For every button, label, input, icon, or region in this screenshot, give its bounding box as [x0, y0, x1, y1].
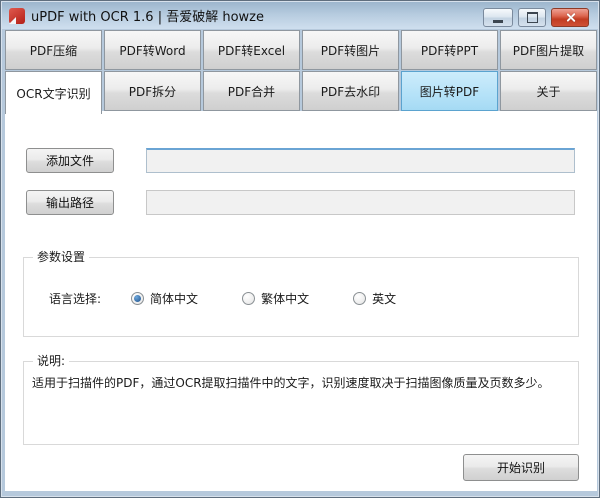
tab-pdf-to-word[interactable]: PDF转Word: [104, 30, 201, 70]
title-bar: uPDF with OCR 1.6 | 吾爱破解 howze: [2, 2, 598, 29]
radio-icon: [242, 292, 256, 305]
description-groupbox: 说明: 适用于扫描件的PDF，通过OCR提取扫描件中的文字，识别速度取决于扫描图…: [23, 354, 579, 445]
window-controls: [483, 8, 589, 27]
tab-row-2: OCR文字识别 PDF拆分 PDF合并 PDF去水印 图片转PDF 关于: [5, 71, 597, 114]
tab-pdf-merge[interactable]: PDF合并: [203, 71, 300, 111]
radio-icon: [131, 292, 145, 305]
output-path-input[interactable]: [146, 190, 575, 215]
close-icon: [565, 12, 576, 23]
minimize-button[interactable]: [483, 8, 513, 27]
app-window: uPDF with OCR 1.6 | 吾爱破解 howze PDF压缩 PDF…: [0, 0, 600, 498]
settings-group-title: 参数设置: [33, 250, 90, 265]
pdf-app-icon: [9, 7, 25, 24]
close-button[interactable]: [551, 8, 589, 27]
maximize-icon: [526, 12, 538, 23]
tab-pdf-compress[interactable]: PDF压缩: [5, 30, 102, 70]
radio-label: 简体中文: [150, 292, 199, 306]
radio-label: 繁体中文: [261, 292, 310, 306]
radio-simplified-chinese[interactable]: 简体中文: [131, 290, 198, 307]
tab-ocr-text-recognition[interactable]: OCR文字识别: [5, 71, 102, 114]
tab-about[interactable]: 关于: [500, 71, 597, 111]
radio-english[interactable]: 英文: [353, 290, 396, 307]
settings-groupbox: 参数设置 语言选择: 简体中文 繁体中文 英文: [23, 250, 579, 337]
output-path-button[interactable]: 输出路径: [26, 190, 114, 215]
tab-pdf-to-image[interactable]: PDF转图片: [302, 30, 399, 70]
file-path-input[interactable]: [146, 148, 575, 173]
language-select-row: 语言选择: 简体中文 繁体中文 英文: [49, 290, 440, 307]
tab-image-to-pdf[interactable]: 图片转PDF: [401, 71, 498, 111]
tab-pdf-remove-watermark[interactable]: PDF去水印: [302, 71, 399, 111]
maximize-button[interactable]: [518, 8, 546, 27]
minimize-icon: [493, 19, 503, 23]
radio-traditional-chinese[interactable]: 繁体中文: [242, 290, 309, 307]
language-label: 语言选择:: [49, 292, 102, 306]
radio-icon: [353, 292, 367, 305]
description-group-title: 说明:: [33, 354, 70, 369]
window-title: uPDF with OCR 1.6 | 吾爱破解 howze: [31, 10, 264, 25]
tab-row-1: PDF压缩 PDF转Word PDF转Excel PDF转图片 PDF转PPT …: [5, 30, 597, 70]
description-text: 适用于扫描件的PDF，通过OCR提取扫描件中的文字，识别速度取决于扫描图像质量及…: [32, 376, 550, 390]
start-recognition-button[interactable]: 开始识别: [463, 454, 579, 481]
tab-pdf-to-excel[interactable]: PDF转Excel: [203, 30, 300, 70]
tab-pdf-split[interactable]: PDF拆分: [104, 71, 201, 111]
ocr-panel: 添加文件 输出路径 参数设置 语言选择: 简体中文 繁体中文 英文 说明: 适用…: [5, 111, 597, 491]
add-file-button[interactable]: 添加文件: [26, 148, 114, 173]
tab-pdf-image-extract[interactable]: PDF图片提取: [500, 30, 597, 70]
radio-label: 英文: [372, 292, 397, 306]
tab-pdf-to-ppt[interactable]: PDF转PPT: [401, 30, 498, 70]
